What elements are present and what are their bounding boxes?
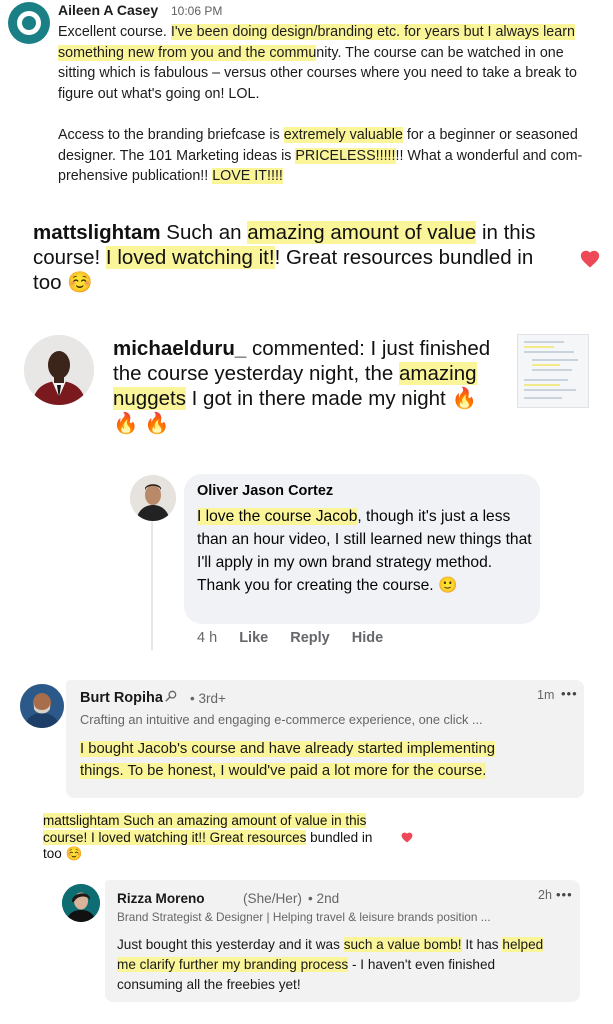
rizza-pronouns: (She/Her) [243, 891, 302, 906]
burt-connection-degree: • 3rd+ [190, 691, 226, 706]
rizza-avatar[interactable] [62, 884, 100, 922]
search-icon [165, 690, 177, 702]
oliver-avatar[interactable] [130, 475, 176, 521]
oliver-comment-text: I love the course Jacob, though it's jus… [197, 508, 532, 594]
aileen-paragraph-1: Excellent course. I've been doing design… [58, 24, 577, 102]
burt-author-name[interactable]: Burt Ropiha [80, 690, 177, 706]
aileen-author-name[interactable]: Aileen A Casey [58, 2, 158, 18]
rizza-headline: Brand Strategist & Designer | Helping tr… [117, 910, 491, 924]
rizza-comment-text: Just bought this yesterday and it was su… [117, 937, 544, 992]
michaelduru-comment: michaelduru_ commented: I just finished … [113, 337, 491, 435]
like-button[interactable]: Like [239, 630, 268, 646]
aileen-avatar[interactable] [8, 2, 50, 44]
mattslightam-comment-small: mattslightam Such an amazing amount of v… [43, 813, 373, 861]
mattslightam-comment: mattslightam Such an amazing amount of v… [33, 221, 536, 294]
oliver-comment-actions: 4 h Like Reply Hide [197, 630, 401, 646]
heart-icon[interactable] [400, 831, 414, 844]
michaelduru-avatar[interactable] [24, 335, 94, 405]
burt-comment-text: I bought Jacob's course and have already… [80, 741, 495, 779]
mattslightam-username[interactable]: mattslightam [33, 221, 161, 244]
rizza-connection-degree: • 2nd [308, 891, 340, 906]
burt-comment-time: 1m [537, 688, 555, 702]
aileen-timestamp[interactable]: 10:06 PM [171, 4, 222, 18]
heart-icon[interactable] [579, 248, 601, 270]
rizza-more-options-icon[interactable]: ••• [556, 887, 573, 902]
rizza-comment-time: 2h [538, 888, 552, 902]
aileen-paragraph-2: Access to the branding briefcase is extr… [58, 126, 583, 185]
burt-avatar[interactable] [20, 684, 64, 728]
hide-button[interactable]: Hide [352, 630, 383, 646]
burt-headline: Crafting an intuitive and engaging e-com… [80, 712, 483, 727]
rizza-author-name[interactable]: Rizza Moreno [117, 891, 205, 906]
reply-button[interactable]: Reply [290, 630, 330, 646]
thread-line [151, 520, 153, 650]
burt-more-options-icon[interactable]: ••• [561, 686, 578, 701]
michaelduru-username[interactable]: michaelduru_ [113, 337, 246, 360]
oliver-comment-time[interactable]: 4 h [197, 630, 217, 646]
oliver-author-name[interactable]: Oliver Jason Cortez [197, 483, 333, 499]
post-thumbnail[interactable] [517, 334, 589, 408]
aileen-message: Excellent course. I've been doing design… [58, 22, 603, 187]
